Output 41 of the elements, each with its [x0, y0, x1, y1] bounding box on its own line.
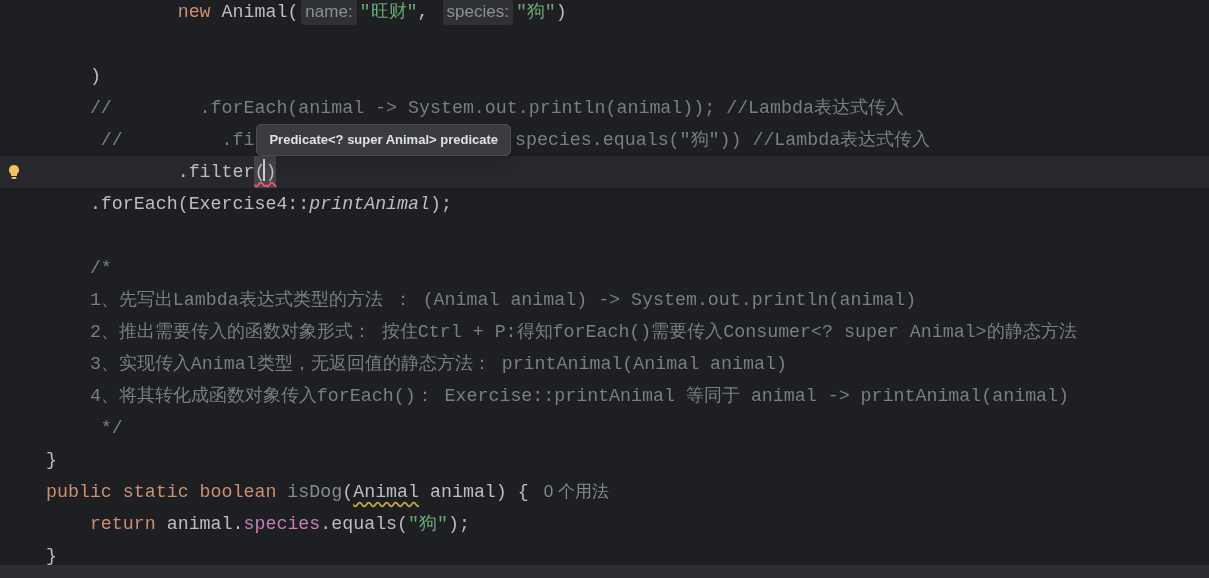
code-text: .filter	[177, 161, 255, 184]
string-literal: "狗"	[408, 513, 448, 536]
code-text: )	[89, 65, 101, 88]
code-text: )	[555, 1, 567, 24]
warning-text: Animal	[353, 481, 420, 504]
code-comment: */	[100, 417, 123, 440]
string-literal: "旺财"	[359, 1, 418, 24]
code-text: (	[342, 481, 354, 504]
code-keyword: public static boolean	[46, 481, 278, 504]
usages-hint[interactable]: 0 个用法	[543, 476, 609, 508]
code-comment: 4、将其转化成函数对象传入forEach()： Exercise::printAnimal 等同于 animal -> printAnimal(animal)	[89, 385, 1070, 408]
code-text: );	[430, 193, 452, 216]
method-reference: printAnimal	[309, 193, 430, 216]
string-literal: "狗"	[515, 1, 556, 24]
code-comment: /*	[89, 257, 112, 280]
code-text: animal) {	[430, 481, 530, 504]
code-text: .forEach(Exercise4::	[89, 193, 310, 216]
code-comment: 1、先写出Lambda表达式类型的方法 ： (Animal animal) -> System.out.println(animal)	[89, 289, 917, 312]
parameter-hint: name:	[301, 0, 357, 25]
code-keyword: return	[89, 513, 156, 536]
method-name: isDog	[287, 481, 343, 504]
text-caret	[263, 159, 266, 181]
code-comment: species.equals("狗")) //Lambda表达式传入	[515, 129, 931, 152]
code-text: .equals(	[320, 513, 409, 536]
parameter-hint: species:	[442, 0, 513, 25]
code-text: animal.	[166, 513, 244, 536]
code-comment: 3、实现传入Animal类型，无返回值的静态方法： printAnimal(Animal animal)	[89, 353, 787, 376]
code-text: }	[46, 545, 57, 565]
code-comment: 2、推出需要传入的函数对象形式： 按住Ctrl + P:得知forEach()需要传入Consumer<? super Animal>的静态方法	[89, 321, 1077, 344]
code-comment: // .forEach(animal -> System.out.println(animal)); //Lambda表达式传入	[89, 97, 904, 120]
matched-bracket: )	[265, 156, 277, 188]
code-text: ,	[417, 1, 430, 24]
field-name: species	[243, 513, 321, 536]
code-text: }	[46, 449, 57, 472]
code-text: Animal(	[221, 1, 299, 24]
code-keyword: new	[177, 1, 211, 24]
code-text: );	[448, 513, 470, 536]
code-comment: // .fi	[100, 129, 255, 152]
matched-bracket: (	[254, 156, 266, 188]
lightbulb-icon[interactable]	[8, 164, 20, 180]
parameter-tooltip: Predicate<? super Animal> predicate	[256, 124, 511, 156]
